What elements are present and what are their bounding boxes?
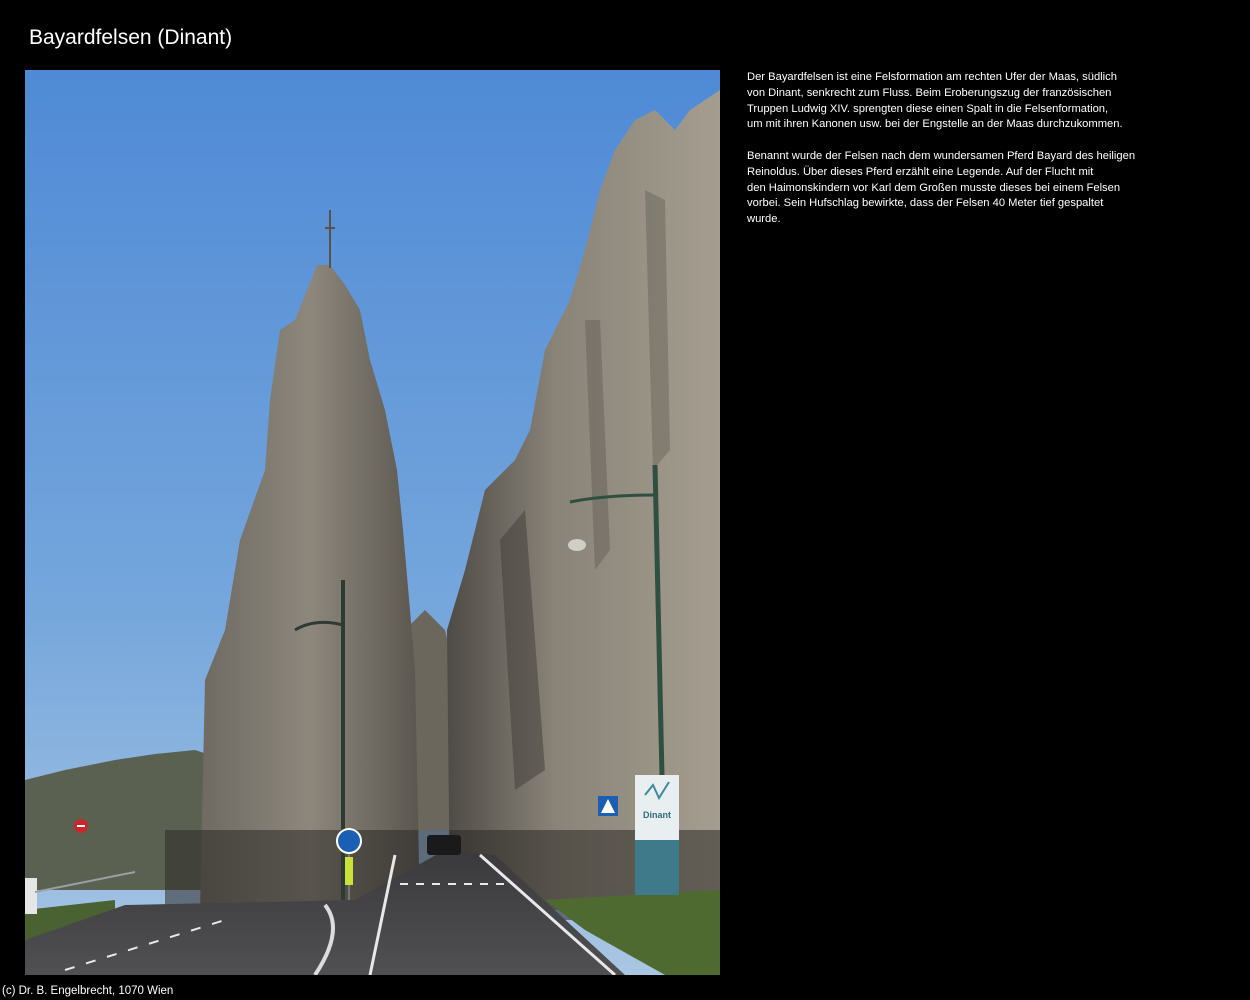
dinant-sign-label: Dinant (643, 810, 671, 820)
traffic-sign (336, 828, 362, 854)
copyright-footer: (c) Dr. B. Engelbrecht, 1070 Wien (2, 985, 174, 997)
page: Bayardfelsen (Dinant) Dinant Der Bayardf… (0, 0, 1250, 1000)
photo-bayardfelsen: Dinant (25, 70, 720, 975)
description-paragraph: Benannt wurde der Felsen nach dem wunder… (747, 149, 1136, 226)
description: Der Bayardfelsen ist eine Felsformation … (747, 70, 1177, 244)
car (427, 835, 461, 855)
photo-illustration: Dinant (25, 70, 720, 975)
page-title: Bayardfelsen (Dinant) (29, 26, 233, 49)
description-paragraph: Der Bayardfelsen ist eine Felsformation … (747, 71, 1123, 131)
